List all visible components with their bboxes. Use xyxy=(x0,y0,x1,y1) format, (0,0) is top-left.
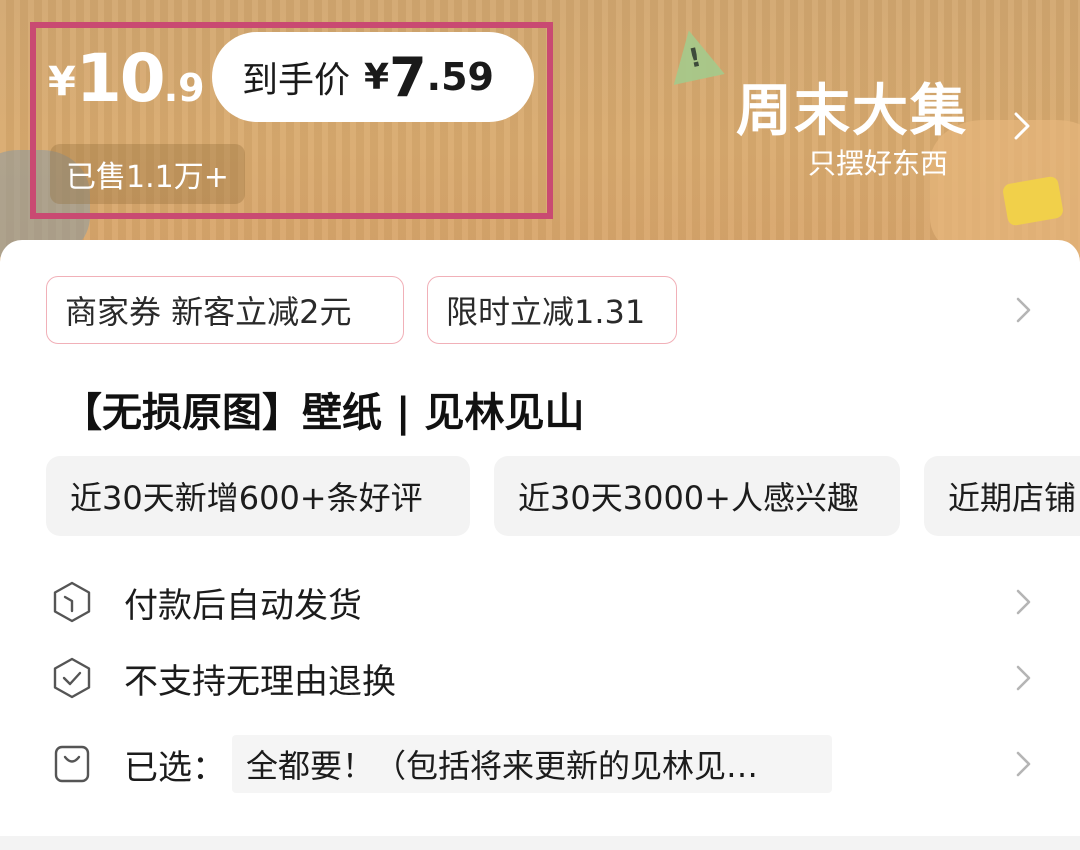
shield-check-icon xyxy=(53,657,91,699)
shipping-label: 付款后自动发货 xyxy=(124,586,362,626)
store-stat-tag[interactable]: 近期店铺 xyxy=(924,456,1080,536)
sold-count-badge: 已售1.1万+ xyxy=(50,144,245,204)
currency-symbol: ¥ xyxy=(48,59,76,105)
interest-stat-tag[interactable]: 近30天3000+人感兴趣 xyxy=(494,456,900,536)
promo-banner: ! ¥10.9 到手价 ¥7.59 已售1.1万+ 周末大集 只摆好东西 xyxy=(0,0,1080,270)
selected-label: 已选： xyxy=(124,748,226,788)
product-title: 【无损原图】壁纸 | 见林见山 xyxy=(62,390,585,436)
price-decimal: .9 xyxy=(163,66,205,110)
product-page: ! ¥10.9 到手价 ¥7.59 已售1.1万+ 周末大集 只摆好东西 商家券… xyxy=(0,0,1080,850)
final-currency-symbol: ¥ xyxy=(364,56,390,98)
limited-discount-tag[interactable]: 限时立减1.31 xyxy=(427,276,677,344)
review-stat-tag[interactable]: 近30天新增600+条好评 xyxy=(46,456,470,536)
campaign-subtitle[interactable]: 只摆好东西 xyxy=(808,142,948,182)
shipping-row[interactable]: 付款后自动发货 xyxy=(0,572,1080,632)
original-price: ¥10.9 xyxy=(48,40,205,117)
final-price-label: 到手价 xyxy=(242,60,351,101)
final-price-pill: 到手价 ¥7.59 xyxy=(212,32,534,122)
final-price-decimal: .59 xyxy=(426,55,494,99)
final-price-integer: 7 xyxy=(389,45,427,109)
package-icon xyxy=(53,581,91,623)
chevron-right-icon[interactable] xyxy=(1012,748,1034,780)
chevron-right-icon[interactable] xyxy=(1012,294,1034,326)
merchant-coupon-tag[interactable]: 商家券 新客立减2元 xyxy=(46,276,404,344)
bag-icon xyxy=(54,745,90,783)
returns-label: 不支持无理由退换 xyxy=(124,662,396,702)
returns-policy-row[interactable]: 不支持无理由退换 xyxy=(0,648,1080,708)
chevron-right-icon[interactable] xyxy=(1008,108,1036,144)
chevron-right-icon[interactable] xyxy=(1012,586,1034,618)
campaign-title[interactable]: 周末大集 xyxy=(736,66,968,147)
price-integer: 10 xyxy=(75,40,166,117)
selected-option-value[interactable]: 全都要！（包括将来更新的见林见… xyxy=(232,735,832,793)
chevron-right-icon[interactable] xyxy=(1012,662,1034,694)
